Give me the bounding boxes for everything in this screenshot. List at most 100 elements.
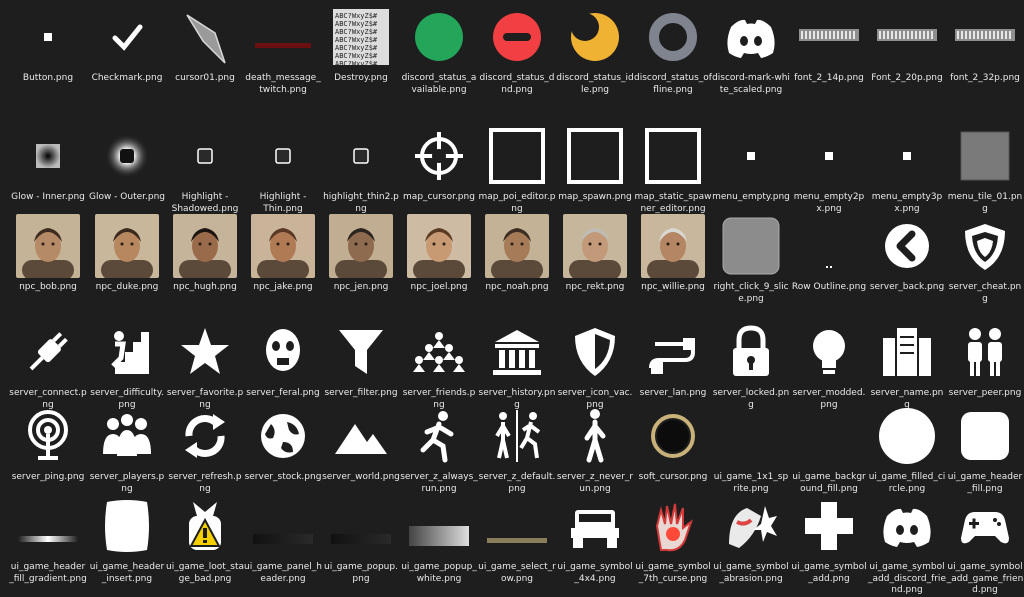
file-item[interactable]: ui_game_filled_circle.png	[868, 402, 946, 495]
file-item[interactable]: server_z_always_run.png	[400, 402, 478, 495]
file-item[interactable]: map_poi_editor.png	[478, 122, 556, 215]
file-item[interactable]: discord_status_available.png	[400, 3, 478, 96]
file-item[interactable]: ui_game_symbol_4x4.png	[556, 492, 634, 585]
file-item[interactable]: npc_noah.png	[478, 212, 556, 294]
file-item[interactable]: menu_empty2px.png	[790, 122, 868, 215]
file-item[interactable]: ui_game_popup.png	[322, 492, 400, 585]
file-name: ui_game_popup.png	[324, 562, 398, 584]
file-item[interactable]: death_message_twitch.png	[244, 3, 322, 96]
crosshair-icon	[405, 122, 473, 190]
file-item[interactable]: ui_game_symbol_7th_curse.png	[634, 492, 712, 585]
file-item[interactable]: ABC?WxyZ$# ABC?WxyZ$# ABC?WxyZ$# ABC?WxyZ$#…	[322, 3, 400, 85]
file-item[interactable]: server_world.png	[322, 402, 400, 484]
file-item[interactable]: npc_duke.png	[88, 212, 166, 294]
file-item[interactable]: server_friends.png	[400, 318, 478, 411]
file-item[interactable]: Glow - Inner.png	[9, 122, 87, 204]
highlight-square-thumbnail	[249, 122, 317, 190]
file-name: npc_hugh.png	[173, 282, 237, 292]
file-item[interactable]: soft_cursor.png	[634, 402, 712, 484]
file-item[interactable]: npc_hugh.png	[166, 212, 244, 294]
file-item[interactable]: ui_game_loot_stage_bad.png	[166, 492, 244, 585]
file-item[interactable]: server_cheat.png	[946, 212, 1024, 305]
file-item[interactable]: server_z_never_run.png	[556, 402, 634, 495]
file-item[interactable]: server_filter.png	[322, 318, 400, 400]
file-item[interactable]: ui_game_symbol_add_game_friend.png	[946, 492, 1024, 597]
file-item[interactable]: server_z_default.png	[478, 402, 556, 495]
file-item[interactable]: menu_empty3px.png	[868, 122, 946, 215]
file-item[interactable]: server_peer.png	[946, 318, 1024, 400]
file-item[interactable]: server_connect.png	[9, 318, 87, 411]
file-item[interactable]: highlight_thin2.png	[322, 122, 400, 215]
file-item[interactable]: map_spawn.png	[556, 122, 634, 204]
file-item[interactable]: ui_game_popup_white.png	[400, 492, 478, 585]
gamepad-icon	[951, 492, 1019, 560]
cursed-hand-icon	[639, 492, 707, 560]
file-item[interactable]: discord-mark-white_scaled.png	[712, 3, 790, 96]
file-item[interactable]: server_modded.png	[790, 318, 868, 411]
file-name: ui_game_symbol_add_game_friend.png	[946, 562, 1024, 595]
file-item[interactable]: Highlight - Thin.png	[244, 122, 322, 215]
file-item[interactable]: npc_willie.png	[634, 212, 712, 294]
file-item[interactable]: map_static_spawner_editor.png	[634, 122, 712, 215]
file-item[interactable]: right_click_9_slice.png	[712, 212, 790, 305]
file-item[interactable]: server_back.png	[868, 212, 946, 294]
file-item[interactable]: server_stock.png	[244, 402, 322, 484]
file-name: server_stock.png	[244, 472, 322, 482]
file-item[interactable]: server_players.png	[88, 402, 166, 495]
file-item[interactable]: Glow - Outer.png	[88, 122, 166, 204]
file-item[interactable]: ui_game_symbol_add_discord_friend.png	[868, 492, 946, 597]
file-item[interactable]: menu_empty.png	[712, 122, 790, 204]
file-item[interactable]: menu_tile_01.png	[946, 122, 1024, 215]
file-item[interactable]: ui_game_background_fill.png	[790, 402, 868, 495]
file-item[interactable]: ui_game_symbol_abrasion.png	[712, 492, 790, 585]
file-item[interactable]: server_icon_vac.png	[556, 318, 634, 411]
file-name: discord_status_offline.png	[634, 73, 712, 95]
file-item[interactable]: ui_game_header_insert.png	[88, 492, 166, 585]
file-item[interactable]: npc_jen.png	[322, 212, 400, 294]
file-item[interactable]: server_name.png	[868, 318, 946, 411]
server-rack-icon	[873, 318, 941, 386]
dark-strip-thumbnail	[327, 492, 395, 560]
file-item[interactable]: Row Outline.png	[790, 212, 868, 294]
file-item[interactable]: cursor01.png	[166, 3, 244, 85]
svg-text:ABC?WxyZ$#: ABC?WxyZ$#	[335, 36, 378, 44]
npc-portrait	[405, 212, 473, 280]
file-item[interactable]: discord_status_offline.png	[634, 3, 712, 96]
file-item[interactable]: npc_rekt.png	[556, 212, 634, 294]
file-name: npc_jake.png	[253, 282, 313, 292]
file-item[interactable]: ui_game_header_fill_gradient.png	[9, 492, 87, 585]
file-item[interactable]: ui_game_header_fill.png	[946, 402, 1024, 495]
file-item[interactable]: map_cursor.png	[400, 122, 478, 204]
file-item[interactable]: server_ping.png	[9, 402, 87, 484]
file-item[interactable]: Font_2_20p.png	[868, 3, 946, 85]
file-item[interactable]: npc_joel.png	[400, 212, 478, 294]
file-item[interactable]: server_locked.png	[712, 318, 790, 411]
file-item[interactable]: ui_game_panel_header.png	[244, 492, 322, 585]
file-item[interactable]: discord_status_dnd.png	[478, 3, 556, 96]
file-item[interactable]: npc_jake.png	[244, 212, 322, 294]
file-item[interactable]: server_difficulty.png	[88, 318, 166, 411]
file-item[interactable]: font_2_32p.png	[946, 3, 1024, 85]
mountains-icon	[327, 402, 395, 470]
file-item[interactable]: font_2_14p.png	[790, 3, 868, 85]
file-item[interactable]: npc_bob.png	[9, 212, 87, 294]
peers-icon	[951, 318, 1019, 386]
file-item[interactable]: ui_game_1x1_sprite.png	[712, 402, 790, 495]
yellow-moon-thumbnail	[561, 3, 629, 71]
file-item[interactable]: server_lan.png	[634, 318, 712, 400]
file-item[interactable]: server_refresh.png	[166, 402, 244, 495]
file-item[interactable]: Button.png	[9, 3, 87, 85]
checkmark-thumbnail	[93, 3, 161, 71]
file-name: Destroy.png	[334, 73, 388, 83]
file-item[interactable]: discord_status_idle.png	[556, 3, 634, 96]
file-name: server_cheat.png	[948, 282, 1022, 304]
file-name: ui_game_symbol_add_discord_friend.png	[868, 562, 946, 595]
file-item[interactable]: server_history.png	[478, 318, 556, 411]
file-item[interactable]: server_feral.png	[244, 318, 322, 400]
file-item[interactable]: Highlight - Shadowed.png	[166, 122, 244, 215]
file-item[interactable]: server_favorite.png	[166, 318, 244, 411]
file-item[interactable]: ui_game_select_row.png	[478, 492, 556, 585]
grey-tile-thumbnail	[951, 122, 1019, 190]
file-item[interactable]: Checkmark.png	[88, 3, 166, 85]
file-item[interactable]: ui_game_symbol_add.png	[790, 492, 868, 585]
